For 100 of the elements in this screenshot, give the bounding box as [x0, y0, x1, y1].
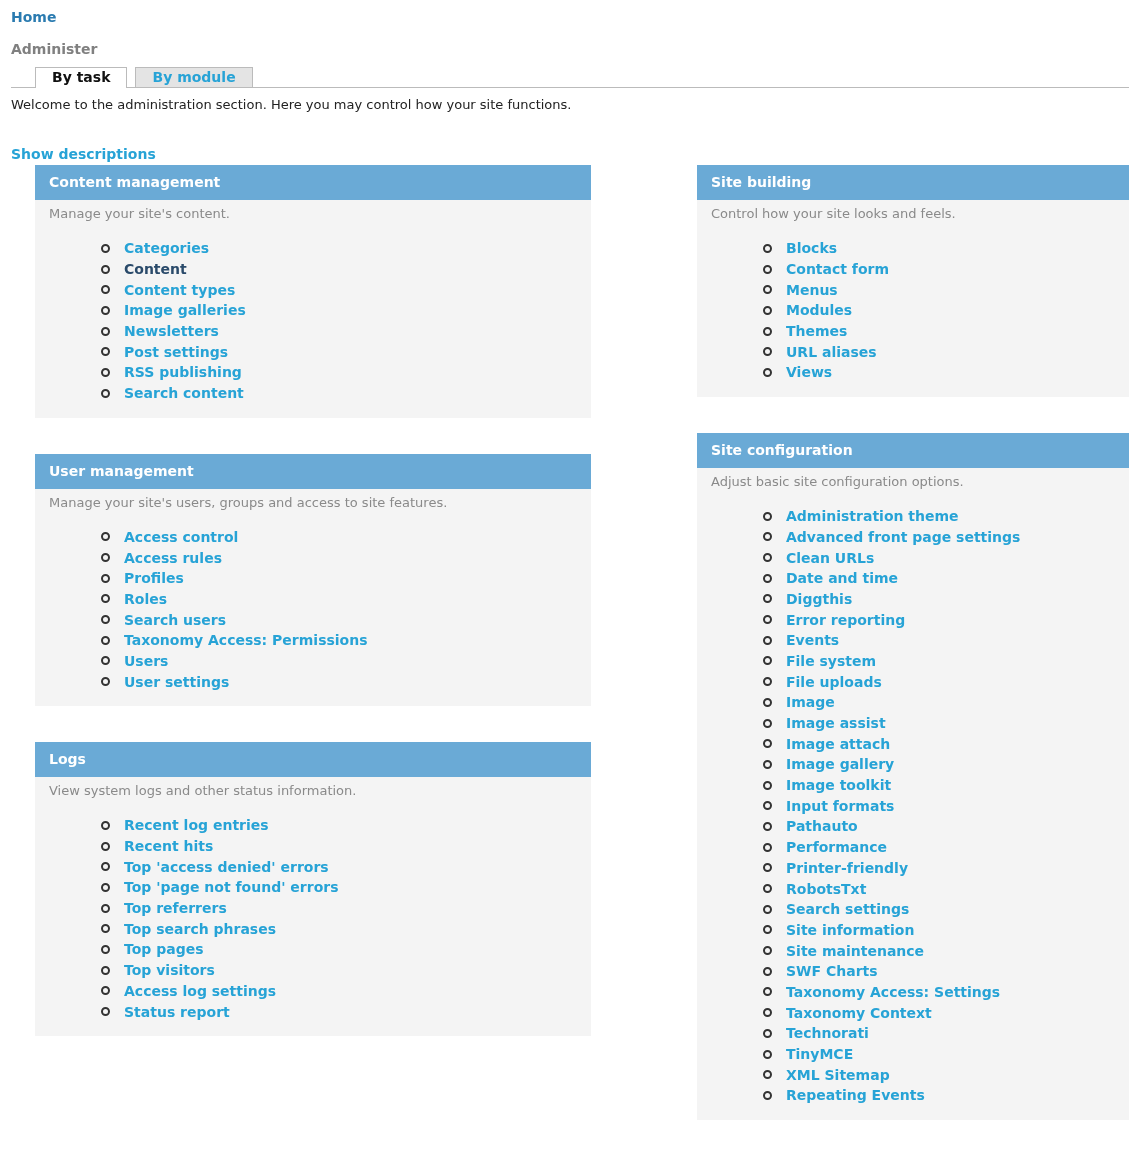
admin-link[interactable]: Access rules — [124, 549, 222, 566]
bullet-icon — [763, 904, 772, 914]
bullet-icon — [763, 780, 772, 790]
admin-link[interactable]: Image toolkit — [786, 777, 892, 794]
admin-link[interactable]: Blocks — [786, 240, 838, 257]
admin-link[interactable]: Access log settings — [124, 982, 277, 999]
admin-link[interactable]: Clean URLs — [786, 549, 875, 566]
admin-link[interactable]: Printer-friendly — [786, 859, 909, 876]
admin-link[interactable]: Technorati — [786, 1025, 869, 1042]
admin-link[interactable]: Newsletters — [124, 323, 219, 340]
admin-link[interactable]: Taxonomy Access: Permissions — [124, 632, 368, 649]
admin-link[interactable]: File uploads — [786, 673, 882, 690]
bullet-icon — [101, 615, 110, 625]
bullet-icon — [101, 594, 110, 604]
admin-link[interactable]: Error reporting — [786, 611, 906, 628]
admin-link[interactable]: RobotsTxt — [786, 880, 867, 897]
panel-description: Control how your site looks and feels. — [710, 205, 957, 223]
bullet-icon — [101, 677, 110, 687]
admin-link[interactable]: Date and time — [786, 570, 898, 587]
admin-link[interactable]: Diggthis — [786, 590, 853, 607]
admin-link[interactable]: Taxonomy Context — [786, 1004, 932, 1021]
panel-description: Manage your site's content. — [48, 205, 231, 223]
admin-link[interactable]: Roles — [124, 590, 168, 607]
admin-link[interactable]: Top visitors — [124, 962, 215, 979]
breadcrumb-link[interactable]: Home — [11, 9, 57, 25]
admin-link[interactable]: Search content — [124, 385, 244, 402]
admin-link[interactable]: Menus — [786, 281, 838, 298]
admin-link[interactable]: RSS publishing — [124, 364, 242, 381]
bullet-icon — [763, 615, 772, 625]
bullet-icon — [101, 264, 110, 274]
bullet-icon — [763, 635, 772, 645]
bullet-icon — [763, 1008, 772, 1018]
bullet-icon — [763, 305, 772, 315]
bullet-icon — [101, 924, 110, 934]
admin-link[interactable]: Users — [124, 652, 169, 669]
bullet-icon — [101, 553, 110, 563]
bullet-icon — [763, 367, 772, 377]
panel-description: Adjust basic site configuration options. — [710, 472, 965, 491]
panel-header: Content management — [35, 165, 591, 200]
admin-link[interactable]: Top 'access denied' errors — [124, 858, 329, 875]
admin-link[interactable]: Performance — [786, 839, 888, 856]
bullet-icon — [101, 347, 110, 357]
bullet-icon — [763, 987, 772, 997]
admin-link[interactable]: SWF Charts — [786, 963, 878, 980]
admin-link[interactable]: Input formats — [786, 797, 895, 814]
admin-link[interactable]: Image assist — [786, 715, 886, 732]
bullet-icon — [763, 1070, 772, 1080]
admin-link[interactable]: Pathauto — [786, 818, 858, 835]
admin-link[interactable]: Search users — [124, 611, 227, 628]
admin-link[interactable]: File system — [786, 652, 877, 669]
bullet-icon — [101, 243, 110, 253]
admin-link[interactable]: Taxonomy Access: Settings — [786, 983, 1001, 1000]
admin-link[interactable]: Search settings — [786, 901, 910, 918]
admin-link[interactable]: Recent hits — [124, 838, 214, 855]
admin-link[interactable]: Image galleries — [124, 302, 246, 319]
admin-link[interactable]: URL aliases — [786, 343, 877, 360]
admin-link[interactable]: Image — [786, 694, 835, 711]
admin-link[interactable]: Administration theme — [786, 508, 959, 525]
bullet-icon — [763, 243, 772, 253]
bullet-icon — [763, 697, 772, 707]
admin-link[interactable]: Top pages — [124, 941, 204, 958]
tab[interactable]: By module — [135, 67, 253, 87]
bullet-icon — [763, 966, 772, 976]
admin-link[interactable]: Views — [786, 364, 833, 381]
panel-header: Site configuration — [697, 432, 1129, 468]
admin-link[interactable]: Events — [786, 632, 840, 649]
admin-link[interactable]: Content types — [124, 281, 236, 298]
admin-link[interactable]: Top referrers — [124, 900, 227, 917]
admin-link[interactable]: Content — [124, 261, 187, 278]
admin-link[interactable]: Site information — [786, 921, 915, 938]
bullet-icon — [763, 511, 772, 521]
admin-link[interactable]: Top search phrases — [124, 920, 277, 937]
admin-link[interactable]: XML Sitemap — [786, 1066, 890, 1083]
admin-link[interactable]: Access control — [124, 528, 239, 545]
bullet-icon — [763, 1028, 772, 1038]
admin-link[interactable]: Recent log entries — [124, 817, 269, 834]
admin-link[interactable]: Profiles — [124, 570, 184, 587]
tab[interactable]: By task — [35, 67, 128, 88]
admin-link[interactable]: Advanced front page settings — [786, 528, 1021, 545]
admin-link[interactable]: TinyMCE — [786, 1046, 854, 1063]
bullet-icon — [101, 944, 110, 954]
bullet-icon — [101, 326, 110, 336]
admin-link[interactable]: Site maintenance — [786, 942, 925, 959]
bullet-icon — [763, 925, 772, 935]
bullet-icon — [101, 367, 110, 377]
show-descriptions-link[interactable]: Show descriptions — [11, 146, 156, 162]
admin-link[interactable]: User settings — [124, 673, 230, 690]
admin-link[interactable]: Modules — [786, 302, 853, 319]
bullet-icon — [763, 718, 772, 728]
admin-link[interactable]: Image attach — [786, 735, 891, 752]
bullet-icon — [101, 986, 110, 996]
admin-link[interactable]: Status report — [124, 1003, 230, 1020]
admin-link[interactable]: Themes — [786, 323, 848, 340]
admin-link[interactable]: Top 'page not found' errors — [124, 879, 339, 896]
bullet-icon — [101, 820, 110, 830]
admin-link[interactable]: Categories — [124, 240, 210, 257]
admin-link[interactable]: Post settings — [124, 343, 229, 360]
admin-link[interactable]: Repeating Events — [786, 1087, 925, 1104]
admin-link[interactable]: Contact form — [786, 261, 890, 278]
admin-link[interactable]: Image gallery — [786, 756, 895, 773]
